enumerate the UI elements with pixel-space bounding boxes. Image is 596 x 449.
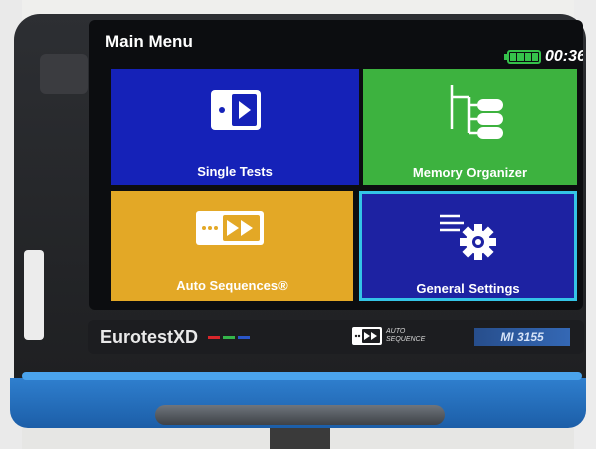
device-blue-stripe [22, 372, 582, 380]
device-brand-bar: EurotestXD AUTO SEQUENCE MI 3155 [88, 320, 584, 354]
auto-sequence-logo: AUTO SEQUENCE [352, 327, 425, 345]
single-tests-label: Single Tests [197, 164, 273, 179]
auto-sequence-logo-text: AUTO SEQUENCE [386, 328, 426, 343]
side-strap-clip [40, 54, 88, 94]
auto-sequences-label: Auto Sequences® [176, 278, 288, 293]
clock: 00:36 [545, 48, 583, 65]
memory-organizer-label: Memory Organizer [412, 165, 528, 180]
single-tests-tile[interactable]: Single Tests [111, 69, 359, 185]
auto-sequences-tile[interactable]: Auto Sequences® [111, 191, 353, 301]
auto-sequence-logo-icon [352, 327, 382, 345]
auto-sequence-icon [196, 211, 264, 245]
memory-organizer-tile[interactable]: Memory Organizer [363, 69, 577, 185]
device-screen: Main Menu 00:36 Single Tests Memory Orga… [89, 20, 583, 310]
brand-logo: EurotestXD [100, 327, 199, 347]
settings-gear-icon [440, 214, 496, 260]
model-badge: MI 3155 [474, 328, 570, 346]
general-settings-label: General Settings [416, 281, 520, 296]
carry-handle [155, 405, 445, 425]
side-panel [24, 250, 44, 340]
general-settings-tile[interactable]: General Settings [359, 191, 577, 301]
battery-icon [504, 50, 541, 64]
page-title: Main Menu [105, 32, 193, 51]
memory-tree-icon [450, 85, 503, 139]
single-test-play-icon [211, 90, 261, 130]
brand-color-dashes [208, 336, 250, 339]
